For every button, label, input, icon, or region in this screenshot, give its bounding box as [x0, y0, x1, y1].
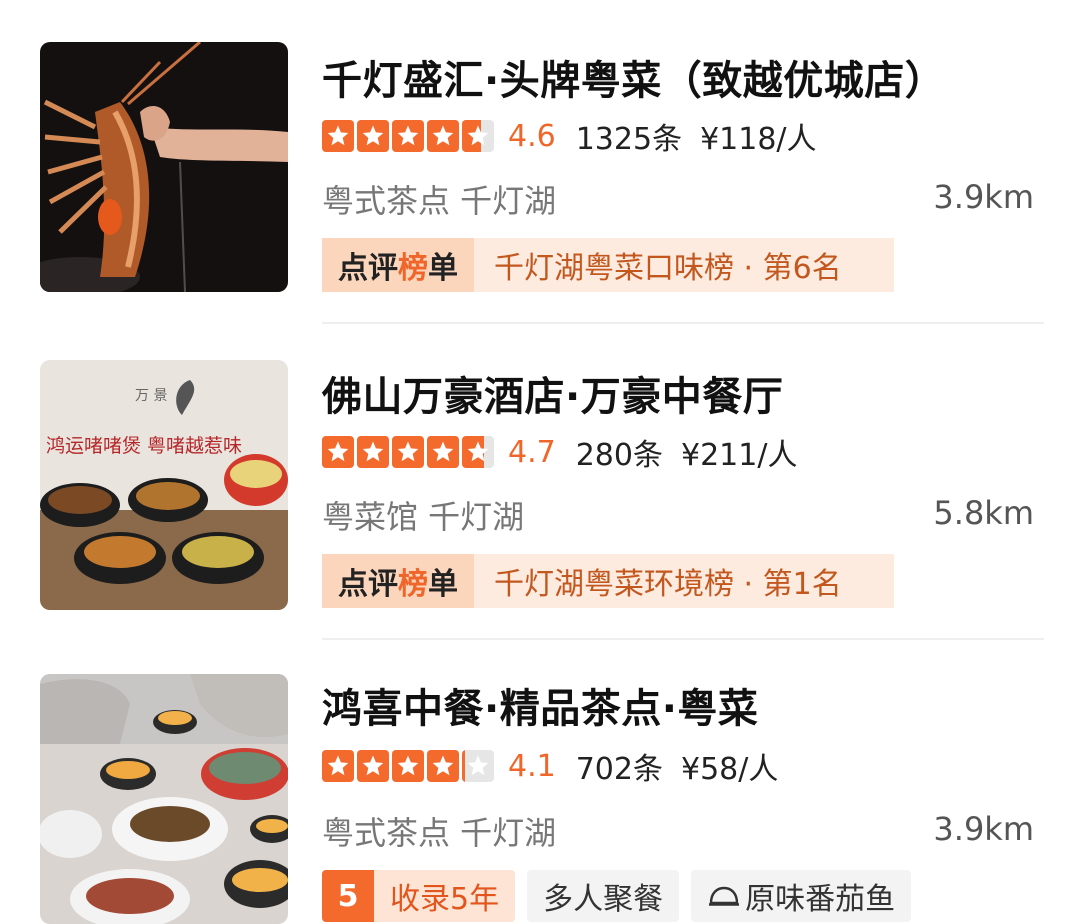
years-text: 收录5年	[374, 870, 516, 922]
signature-dish-label: 原味番茄鱼	[745, 882, 896, 917]
star-icon	[427, 436, 459, 468]
feature-tags: 5 收录5年 多人聚餐 原味番茄鱼	[322, 870, 912, 922]
distance: 3.9km	[933, 810, 1034, 848]
category-location: 粤菜馆 千灯湖	[322, 498, 525, 536]
price-per-person: ¥58/人	[680, 752, 779, 787]
rating-row: 4.7 280条 ¥211/人	[322, 434, 797, 473]
restaurant-name[interactable]: 佛山万豪酒店·万豪中餐厅	[322, 364, 783, 422]
review-count: 1325条	[575, 122, 683, 157]
star-rating	[322, 436, 494, 468]
restaurant-card[interactable]: 万 景 鸿运啫啫煲 粤啫越惹味 佛山万豪酒店·万豪中餐厅 4.7 280条 ¥2…	[0, 322, 1080, 638]
restaurant-name[interactable]: 千灯盛汇·头牌粤菜（致越优城店）	[322, 48, 945, 106]
years-number: 5	[322, 870, 374, 922]
signature-dish-tag[interactable]: 原味番茄鱼	[691, 870, 912, 922]
image-promo-text: 鸿运啫啫煲 粤啫越惹味	[46, 435, 242, 457]
group-dining-tag[interactable]: 多人聚餐	[527, 870, 680, 922]
star-icon	[392, 436, 424, 468]
ranking-text: 千灯湖粤菜口味榜 · 第6名	[474, 238, 894, 292]
star-icon	[392, 750, 424, 782]
restaurant-card[interactable]: 鸿喜中餐·精品茶点·粤菜 4.1 702条 ¥58/人 粤式茶点 千灯湖 3.9…	[0, 640, 1080, 924]
star-icon	[357, 750, 389, 782]
rating-row: 4.1 702条 ¥58/人	[322, 748, 778, 787]
star-icon	[462, 750, 494, 782]
review-count: 280条	[575, 438, 663, 473]
review-count: 702条	[575, 752, 663, 787]
years-listed-tag[interactable]: 5 收录5年	[322, 870, 516, 922]
ranking-badge[interactable]: 点评榜单 千灯湖粤菜环境榜 · 第1名	[322, 554, 894, 608]
star-icon	[462, 120, 494, 152]
ranking-label: 点评榜单	[322, 554, 474, 608]
star-icon	[322, 750, 354, 782]
star-icon	[427, 750, 459, 782]
star-icon	[322, 120, 354, 152]
distance: 3.9km	[933, 178, 1034, 216]
star-icon	[462, 436, 494, 468]
restaurant-photo-lobster[interactable]	[40, 42, 288, 292]
price-per-person: ¥118/人	[700, 122, 817, 157]
restaurant-photo-claypots[interactable]: 万 景 鸿运啫啫煲 粤啫越惹味	[40, 360, 288, 610]
ranking-badge[interactable]: 点评榜单 千灯湖粤菜口味榜 · 第6名	[322, 238, 894, 292]
ranking-label: 点评榜单	[322, 238, 474, 292]
star-icon	[357, 436, 389, 468]
image-logo: 万 景	[135, 388, 167, 404]
restaurant-card[interactable]: 千灯盛汇·头牌粤菜（致越优城店） 4.6 1325条 ¥118/人 粤式茶点 千…	[0, 0, 1080, 320]
restaurant-name[interactable]: 鸿喜中餐·精品茶点·粤菜	[322, 676, 758, 734]
category-location: 粤式茶点 千灯湖	[322, 814, 557, 852]
rating-score: 4.6	[508, 118, 556, 154]
star-icon	[357, 120, 389, 152]
rating-score: 4.7	[508, 434, 556, 470]
group-dining-label: 多人聚餐	[543, 882, 664, 917]
cloche-icon	[709, 886, 740, 906]
ranking-text: 千灯湖粤菜环境榜 · 第1名	[474, 554, 894, 608]
rating-row: 4.6 1325条 ¥118/人	[322, 118, 817, 157]
star-icon	[322, 436, 354, 468]
rating-score: 4.1	[508, 748, 556, 784]
star-rating	[322, 120, 494, 152]
star-icon	[392, 120, 424, 152]
price-per-person: ¥211/人	[680, 438, 798, 473]
star-rating	[322, 750, 494, 782]
category-location: 粤式茶点 千灯湖	[322, 182, 557, 220]
distance: 5.8km	[933, 494, 1034, 532]
star-icon	[427, 120, 459, 152]
restaurant-photo-dishes[interactable]	[40, 674, 288, 924]
